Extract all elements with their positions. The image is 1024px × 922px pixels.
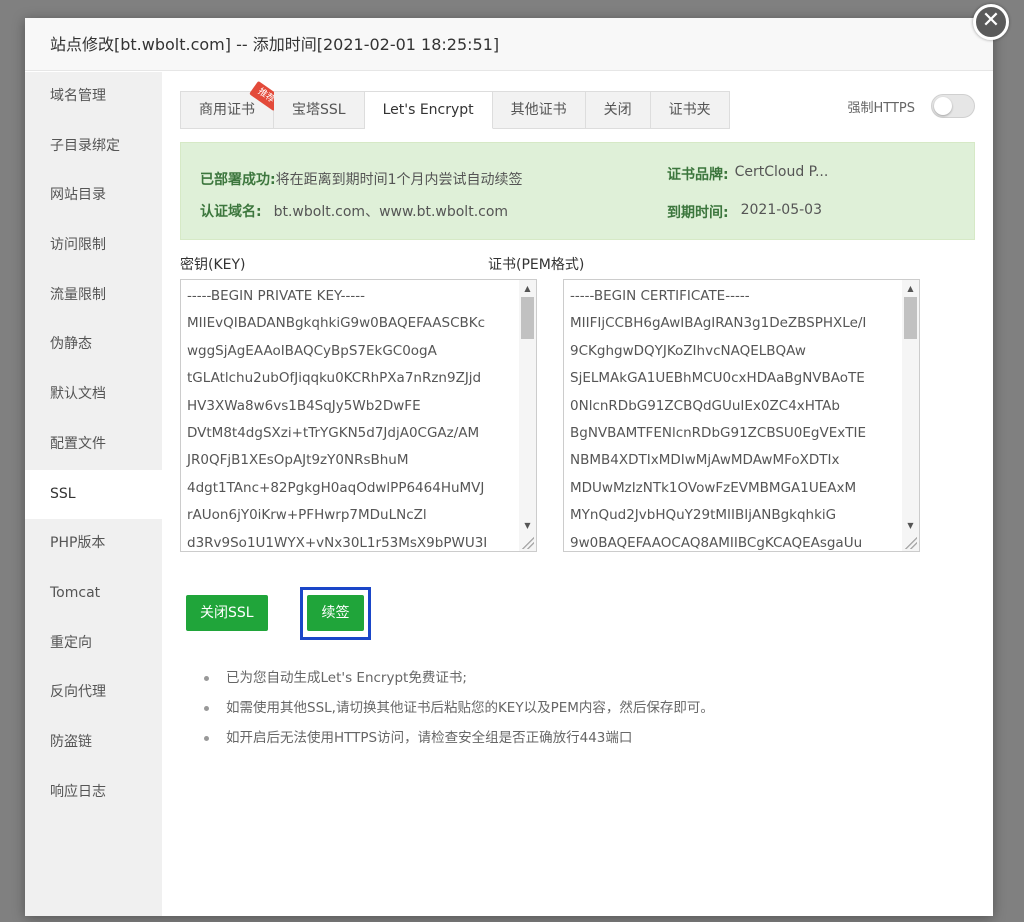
force-https-label: 强制HTTPS xyxy=(847,100,915,116)
cert-label: 证书(PEM格式) xyxy=(488,257,585,273)
cert-scrollbar[interactable]: ▲ ▼ xyxy=(902,280,919,551)
sidebar-item-redirect[interactable]: 重定向 xyxy=(25,619,162,669)
ssl-tabs: 商用证书 推荐 宝塔SSL Let's Encrypt 其他证书 关闭 证书夹 xyxy=(180,80,730,129)
force-https-toggle[interactable] xyxy=(931,94,975,118)
sidebar-item-hotlink-protection[interactable]: 防盗链 xyxy=(25,718,162,768)
cert-status-box: 已部署成功: 将在距离到期时间1个月内尝试自动续签 认证域名: bt.wbolt… xyxy=(180,142,975,240)
cert-expire-value: 2021-05-03 xyxy=(740,202,822,218)
key-label: 密钥(KEY) xyxy=(180,257,246,273)
sidebar-item-php-version[interactable]: PHP版本 xyxy=(25,519,162,569)
scroll-thumb[interactable] xyxy=(521,297,534,339)
scroll-thumb[interactable] xyxy=(904,297,917,339)
certificate-textarea[interactable]: -----BEGIN CERTIFICATE----- MIIFIjCCBH6g… xyxy=(563,279,920,552)
sidebar-item-domain[interactable]: 域名管理 xyxy=(25,72,162,122)
tab-commercial-cert[interactable]: 商用证书 推荐 xyxy=(180,80,283,129)
cert-brand-value: CertCloud P... xyxy=(734,164,829,180)
ssl-panel: 商用证书 推荐 宝塔SSL Let's Encrypt 其他证书 关闭 证书夹 … xyxy=(180,72,975,916)
cert-domains-value: bt.wbolt.com、www.bt.wbolt.com xyxy=(273,204,509,220)
sidebar-item-site-directory[interactable]: 网站目录 xyxy=(25,171,162,221)
close-ssl-button[interactable]: 关闭SSL xyxy=(186,595,268,631)
sidebar-item-access-limit[interactable]: 访问限制 xyxy=(25,221,162,271)
note-item: 如需使用其他SSL,请切换其他证书后粘贴您的KEY以及PEM内容，然后保存即可。 xyxy=(202,698,714,728)
sidebar: 域名管理 子目录绑定 网站目录 访问限制 流量限制 伪静态 默认文档 配置文件 … xyxy=(25,72,162,916)
renew-button[interactable]: 续签 xyxy=(307,595,364,631)
tab-lets-encrypt[interactable]: Let's Encrypt xyxy=(364,91,493,129)
cert-brand-label: 证书品牌: xyxy=(667,167,729,183)
note-item: 如开启后无法使用HTTPS访问，请检查安全组是否正确放行443端口 xyxy=(202,728,714,758)
sidebar-item-ssl[interactable]: SSL xyxy=(25,469,162,520)
cert-expire: 到期时间: 2021-05-03 xyxy=(667,202,822,222)
deploy-status-label: 已部署成功: xyxy=(200,172,276,188)
note-item: 已为您自动生成Let's Encrypt免费证书; xyxy=(202,668,714,698)
cert-brand: 证书品牌: CertCloud P... xyxy=(667,164,828,184)
sidebar-item-subdir-binding[interactable]: 子目录绑定 xyxy=(25,122,162,172)
tab-bt-ssl[interactable]: 宝塔SSL xyxy=(274,91,365,129)
tab-cert-folder[interactable]: 证书夹 xyxy=(650,91,730,129)
sidebar-item-default-doc[interactable]: 默认文档 xyxy=(25,370,162,420)
cert-domains-label: 认证域名: xyxy=(200,204,262,220)
deploy-status-value: 将在距离到期时间1个月内尝试自动续签 xyxy=(275,172,523,188)
key-scrollbar[interactable]: ▲ ▼ xyxy=(519,280,536,551)
sidebar-item-rewrite[interactable]: 伪静态 xyxy=(25,320,162,370)
scroll-down-icon[interactable]: ▼ xyxy=(519,517,536,534)
private-key-textarea[interactable]: -----BEGIN PRIVATE KEY----- MIIEvQIBADAN… xyxy=(180,279,537,552)
scroll-down-icon[interactable]: ▼ xyxy=(902,517,919,534)
close-icon[interactable]: ✕ xyxy=(973,4,1009,40)
sidebar-item-tomcat[interactable]: Tomcat xyxy=(25,569,162,619)
dialog-title: 站点修改[bt.wbolt.com] -- 添加时间[2021-02-01 18… xyxy=(25,18,993,71)
tab-close[interactable]: 关闭 xyxy=(585,91,651,129)
resize-grip-icon[interactable] xyxy=(905,537,917,549)
sidebar-item-reverse-proxy[interactable]: 反向代理 xyxy=(25,668,162,718)
site-edit-dialog: 站点修改[bt.wbolt.com] -- 添加时间[2021-02-01 18… xyxy=(25,18,993,916)
force-https-setting: 强制HTTPS xyxy=(847,94,975,118)
sidebar-item-traffic-limit[interactable]: 流量限制 xyxy=(25,271,162,321)
scroll-up-icon[interactable]: ▲ xyxy=(902,280,919,297)
private-key-content: -----BEGIN PRIVATE KEY----- MIIEvQIBADAN… xyxy=(187,288,488,551)
deploy-status: 已部署成功: 将在距离到期时间1个月内尝试自动续签 xyxy=(200,169,523,189)
sidebar-item-config-file[interactable]: 配置文件 xyxy=(25,420,162,470)
tab-other-cert[interactable]: 其他证书 xyxy=(492,91,586,129)
cert-expire-label: 到期时间: xyxy=(667,205,729,221)
certificate-content: -----BEGIN CERTIFICATE----- MIIFIjCCBH6g… xyxy=(570,288,867,551)
scroll-up-icon[interactable]: ▲ xyxy=(519,280,536,297)
tab-label: 商用证书 xyxy=(199,102,255,118)
sidebar-item-response-log[interactable]: 响应日志 xyxy=(25,768,162,818)
ssl-notes: 已为您自动生成Let's Encrypt免费证书; 如需使用其他SSL,请切换其… xyxy=(202,668,714,758)
resize-grip-icon[interactable] xyxy=(522,537,534,549)
cert-domains: 认证域名: bt.wbolt.com、www.bt.wbolt.com xyxy=(200,201,508,221)
